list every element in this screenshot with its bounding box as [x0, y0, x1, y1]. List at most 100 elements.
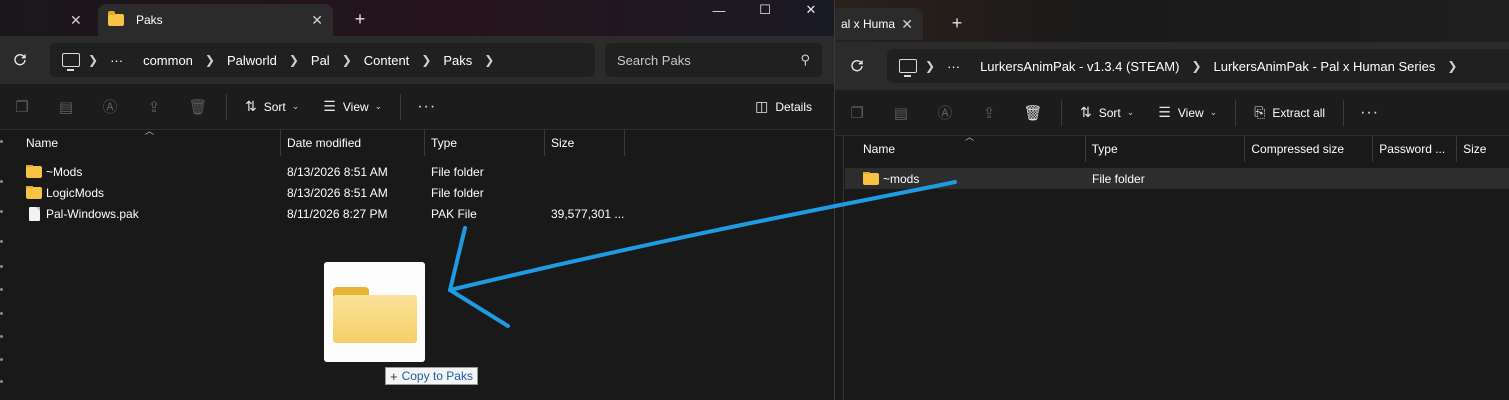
chevron-right-icon[interactable]: ❯	[86, 53, 100, 67]
close-tab-icon[interactable]: ✕	[311, 12, 323, 29]
rename-icon[interactable]: Ⓐ	[96, 93, 124, 121]
share-icon[interactable]: ⇪	[140, 93, 168, 121]
copy-icon[interactable]: ❐	[8, 93, 36, 121]
list-item[interactable]: ~Mods 8/13/2026 8:51 AM File folder	[0, 161, 834, 182]
file-icon	[29, 206, 40, 221]
column-headers: ︿ Name Type Compressed size Password ...…	[835, 136, 1509, 162]
column-date-modified[interactable]: Date modified	[281, 130, 425, 156]
address-bar[interactable]: ❯ ··· LurkersAnimPak - v1.3.4 (STEAM) ❯ …	[887, 49, 1509, 83]
breadcrumb-common[interactable]: common	[133, 53, 203, 68]
rename-icon[interactable]: Ⓐ	[931, 99, 959, 127]
delete-icon[interactable]: 🗑	[1019, 99, 1047, 127]
file-name: ~Mods	[46, 164, 83, 179]
delete-icon[interactable]: 🗑	[184, 93, 212, 121]
share-icon[interactable]: ⇪	[975, 99, 1003, 127]
details-pane-icon: ◫	[755, 98, 769, 114]
sort-icon: ⇅	[245, 98, 257, 114]
more-options-button[interactable]: ···	[1350, 104, 1389, 122]
new-tab-button[interactable]: +	[943, 10, 971, 36]
column-compressed-size[interactable]: Compressed size	[1245, 136, 1374, 162]
chevron-right-icon[interactable]: ❯	[482, 53, 496, 67]
file-date: 8/11/2026 8:27 PM	[287, 206, 388, 221]
toolbar-divider	[400, 93, 402, 120]
tab-label: al x Huma	[841, 17, 896, 31]
column-name[interactable]: ︿ Name	[0, 130, 281, 156]
sort-button[interactable]: ⇅ Sort ⌄	[237, 92, 307, 122]
paste-icon[interactable]: ▤	[887, 99, 915, 127]
more-options-button[interactable]: ···	[407, 98, 446, 116]
extract-all-button[interactable]: ⎘ Extract all	[1246, 98, 1333, 128]
breadcrumb-overflow[interactable]: ···	[100, 53, 133, 68]
chevron-right-icon[interactable]: ❯	[419, 53, 433, 67]
view-icon: ☰	[323, 98, 336, 114]
toolbar-divider	[1061, 99, 1062, 126]
breadcrumb-pal[interactable]: Pal	[301, 53, 340, 68]
prev-tab-close-icon[interactable]: ✕	[62, 4, 90, 36]
sort-ascending-icon: ︿	[145, 130, 155, 136]
view-button[interactable]: ☰ View ⌄	[315, 92, 390, 122]
minimize-button[interactable]: —	[696, 0, 742, 20]
search-input[interactable]: Search Paks ⚲	[605, 43, 822, 77]
breadcrumb-overflow[interactable]: ···	[937, 59, 970, 74]
details-button[interactable]: ◫ Details	[747, 92, 820, 122]
folder-icon	[26, 164, 42, 178]
breadcrumb-paks[interactable]: Paks	[433, 53, 482, 68]
drag-copy-tooltip: + Copy to Paks	[385, 367, 478, 385]
refresh-icon[interactable]	[10, 50, 30, 70]
list-item[interactable]: ~mods File folder	[845, 168, 1509, 189]
chevron-right-icon[interactable]: ❯	[287, 53, 301, 67]
chevron-down-icon: ⌄	[1209, 107, 1218, 117]
view-button[interactable]: ☰ View ⌄	[1150, 98, 1225, 128]
column-password-protected[interactable]: Password ...	[1373, 136, 1458, 162]
left-explorer-window: Paks ✕ ✕ + — ☐ ✕ ❯ ··· common ❯ Palworld…	[0, 0, 834, 400]
list-item[interactable]: LogicMods 8/13/2026 8:51 AM File folder	[0, 182, 834, 203]
folder-icon	[863, 171, 879, 185]
copy-icon[interactable]: ❐	[843, 99, 871, 127]
close-tab-icon[interactable]: ✕	[901, 16, 913, 33]
file-size: 39,577,301 ...	[551, 206, 625, 221]
chevron-right-icon[interactable]: ❯	[1445, 59, 1459, 73]
new-tab-button[interactable]: +	[346, 6, 374, 32]
paste-icon[interactable]: ▤	[52, 93, 80, 121]
chevron-right-icon[interactable]: ❯	[1189, 59, 1203, 73]
chevron-down-icon: ⌄	[374, 101, 383, 111]
chevron-right-icon[interactable]: ❯	[340, 53, 354, 67]
toolbar-divider	[1343, 99, 1345, 126]
column-size[interactable]: Size	[1457, 136, 1509, 162]
breadcrumb-pal-x-human-series[interactable]: LurkersAnimPak - Pal x Human Series	[1204, 59, 1446, 74]
column-type[interactable]: Type	[425, 130, 545, 156]
breadcrumb-palworld[interactable]: Palworld	[217, 53, 287, 68]
window-controls: — ☐ ✕	[696, 0, 834, 20]
file-date: 8/13/2026 8:51 AM	[287, 185, 388, 200]
column-headers: ︿ Name Date modified Type Size	[0, 130, 834, 156]
file-list: ~mods File folder	[845, 168, 1509, 189]
file-type: File folder	[431, 185, 484, 200]
column-type[interactable]: Type	[1086, 136, 1246, 162]
breadcrumb-content[interactable]: Content	[354, 53, 420, 68]
tab-paks[interactable]: Paks ✕	[98, 4, 333, 36]
list-item[interactable]: Pal-Windows.pak 8/11/2026 8:27 PM PAK Fi…	[0, 203, 834, 224]
column-size[interactable]: Size	[545, 130, 625, 156]
command-bar: ❐ ▤ Ⓐ ⇪ 🗑 ⇅ Sort ⌄ ☰ View ⌄ ⎘ Extract all ···	[835, 90, 1509, 136]
address-bar[interactable]: ❯ ··· common ❯ Palworld ❯ Pal ❯ Content …	[50, 43, 595, 77]
tab-archive[interactable]: al x Huma ✕	[835, 8, 923, 40]
this-pc-icon	[899, 59, 917, 77]
left-tab-bar: Paks ✕ ✕ + — ☐ ✕	[0, 0, 834, 36]
folder-icon	[332, 287, 417, 343]
chevron-right-icon[interactable]: ❯	[923, 59, 937, 73]
sort-button[interactable]: ⇅ Sort ⌄	[1072, 98, 1142, 128]
file-name: ~mods	[883, 171, 920, 186]
maximize-button[interactable]: ☐	[742, 0, 788, 20]
breadcrumb-lurkersanimpak-version[interactable]: LurkersAnimPak - v1.3.4 (STEAM)	[970, 59, 1189, 74]
refresh-icon[interactable]	[847, 56, 867, 76]
nav-pane-edge[interactable]	[0, 130, 8, 400]
address-row: ❯ ··· LurkersAnimPak - v1.3.4 (STEAM) ❯ …	[835, 42, 1509, 90]
search-icon: ⚲	[800, 52, 810, 67]
close-window-button[interactable]: ✕	[788, 0, 834, 20]
search-placeholder: Search Paks	[617, 52, 691, 68]
folder-icon	[26, 185, 42, 199]
tab-label: Paks	[136, 13, 163, 27]
chevron-right-icon[interactable]: ❯	[203, 53, 217, 67]
file-type: PAK File	[431, 206, 477, 221]
column-name[interactable]: ︿ Name	[835, 136, 1086, 162]
